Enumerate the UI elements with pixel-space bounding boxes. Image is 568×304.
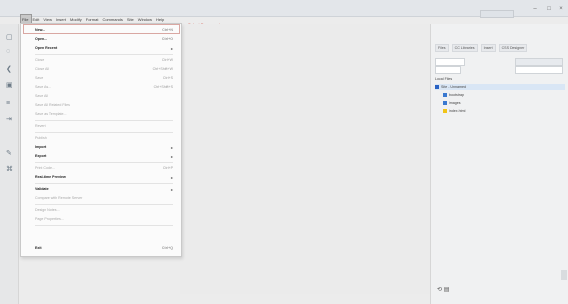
folder-icon: [443, 93, 447, 97]
document-canvas[interactable]: [180, 24, 430, 294]
menu-format[interactable]: Format: [86, 17, 99, 22]
submenu-arrow-icon: ▸: [170, 153, 173, 159]
menu-item-print-code[interactable]: Print Code... Ctrl+P: [35, 165, 173, 171]
menu-window[interactable]: Window: [138, 17, 152, 22]
wrap-icon[interactable]: ⌘: [6, 166, 13, 173]
file-menu-dropdown: New... Ctrl+N Open... Ctrl+O Open Recent ▸ …: [20, 23, 182, 257]
view-select[interactable]: [515, 58, 563, 66]
panel-footer-icons[interactable]: ⟲ ▤: [437, 286, 449, 293]
menu-item-revert[interactable]: Revert: [35, 123, 173, 129]
menu-separator: [35, 132, 173, 133]
panel-tabs: Files CC Libraries Insert CSS Designer: [435, 44, 528, 52]
minimize-icon[interactable]: –: [530, 6, 540, 12]
menu-item-realtime-preview[interactable]: Real-time Preview ▸: [35, 174, 173, 180]
left-toolbar: ▢ ◌ ❮ ▣ ≡ ⇥ ✎ ⌘: [0, 24, 19, 304]
comment-icon[interactable]: ✎: [6, 150, 13, 157]
file-icon[interactable]: ▢: [6, 34, 13, 41]
format-icon[interactable]: ≡: [6, 100, 13, 107]
tab-insert[interactable]: Insert: [480, 44, 496, 52]
tools-icon[interactable]: ▣: [6, 82, 13, 89]
menu-insert[interactable]: Insert: [56, 17, 66, 22]
files-header-label: Local Files: [435, 77, 453, 81]
menu-commands[interactable]: Commands: [102, 17, 122, 22]
files-header-row: Local Files: [435, 76, 565, 82]
menu-help[interactable]: Help: [156, 17, 164, 22]
menu-item-save[interactable]: Save Ctrl+S: [35, 75, 173, 81]
menu-item-page-properties[interactable]: Page Properties...: [35, 216, 173, 222]
tab-css-designer[interactable]: CSS Designer: [498, 44, 528, 52]
file-label: index.html: [449, 109, 466, 113]
folder-row[interactable]: images: [443, 100, 568, 106]
folder-row[interactable]: bootstrap: [443, 92, 568, 98]
folder-label: images: [449, 101, 461, 105]
menu-modify[interactable]: Modify: [70, 17, 82, 22]
size-field[interactable]: [515, 66, 563, 74]
submenu-arrow-icon: ▸: [170, 186, 173, 192]
tab-files[interactable]: Files: [435, 44, 449, 52]
menu-item-compare-remote[interactable]: Compare with Remote Server: [35, 195, 173, 201]
app-window: File Edit View Insert Modify Format Comm…: [0, 0, 568, 304]
menu-item-save-all[interactable]: Save All: [35, 93, 173, 99]
indent-icon[interactable]: ⇥: [6, 116, 13, 123]
tab-cc-libraries[interactable]: CC Libraries: [451, 44, 478, 52]
menu-item-export[interactable]: Export ▸: [35, 153, 173, 159]
site-icon: [435, 85, 439, 89]
menu-item-validate[interactable]: Validate ▸: [35, 186, 173, 192]
menu-separator: [35, 204, 173, 205]
menu-file[interactable]: File: [22, 17, 28, 22]
menu-item-exit[interactable]: Exit Ctrl+Q: [35, 245, 173, 251]
menu-separator: [35, 162, 173, 163]
menu-separator: [35, 225, 173, 226]
submenu-arrow-icon: ▸: [170, 45, 173, 51]
menu-item-design-notes[interactable]: Design Notes...: [35, 207, 173, 213]
local-files-field[interactable]: [435, 66, 461, 74]
menu-item-publish[interactable]: Publish: [35, 135, 173, 141]
menu-item-save-all-related[interactable]: Save All Related Files: [35, 102, 173, 108]
html-file-icon: [443, 109, 447, 113]
folder-icon: [443, 101, 447, 105]
submenu-arrow-icon: ▸: [170, 144, 173, 150]
menu-item-open[interactable]: Open... Ctrl+O: [35, 36, 173, 42]
site-root-row[interactable]: Site - Unnamed: [435, 84, 565, 90]
menu-item-import[interactable]: Import ▸: [35, 144, 173, 150]
code-icon[interactable]: ❮: [6, 66, 13, 73]
menu-separator: [35, 183, 173, 184]
menu-item-close[interactable]: Close Ctrl+W: [35, 57, 173, 63]
site-select[interactable]: [435, 58, 465, 66]
menu-separator: [35, 120, 173, 121]
files-panel: Files CC Libraries Insert CSS Designer L…: [430, 24, 568, 304]
workspace-selector[interactable]: [480, 10, 514, 18]
menu-separator: [35, 54, 173, 55]
maximize-icon[interactable]: □: [544, 6, 554, 12]
menu-site[interactable]: Site: [127, 17, 134, 22]
site-root-label: Site - Unnamed: [441, 85, 466, 89]
submenu-arrow-icon: ▸: [170, 174, 173, 180]
menu-header-highlight: [23, 24, 180, 34]
menu-item-close-all[interactable]: Close All Ctrl+Shift+W: [35, 66, 173, 72]
refresh-icon[interactable]: ◌: [6, 48, 13, 55]
panel-scrollbar[interactable]: [561, 270, 567, 280]
menu-view[interactable]: View: [43, 17, 52, 22]
menu-item-save-as-template[interactable]: Save as Template...: [35, 111, 173, 117]
menu-edit[interactable]: Edit: [32, 17, 39, 22]
folder-label: bootstrap: [449, 93, 464, 97]
menu-item-open-recent[interactable]: Open Recent ▸: [35, 45, 173, 51]
close-icon[interactable]: ×: [556, 6, 566, 12]
menu-item-save-as[interactable]: Save As... Ctrl+Shift+S: [35, 84, 173, 90]
file-row[interactable]: index.html: [443, 108, 568, 114]
